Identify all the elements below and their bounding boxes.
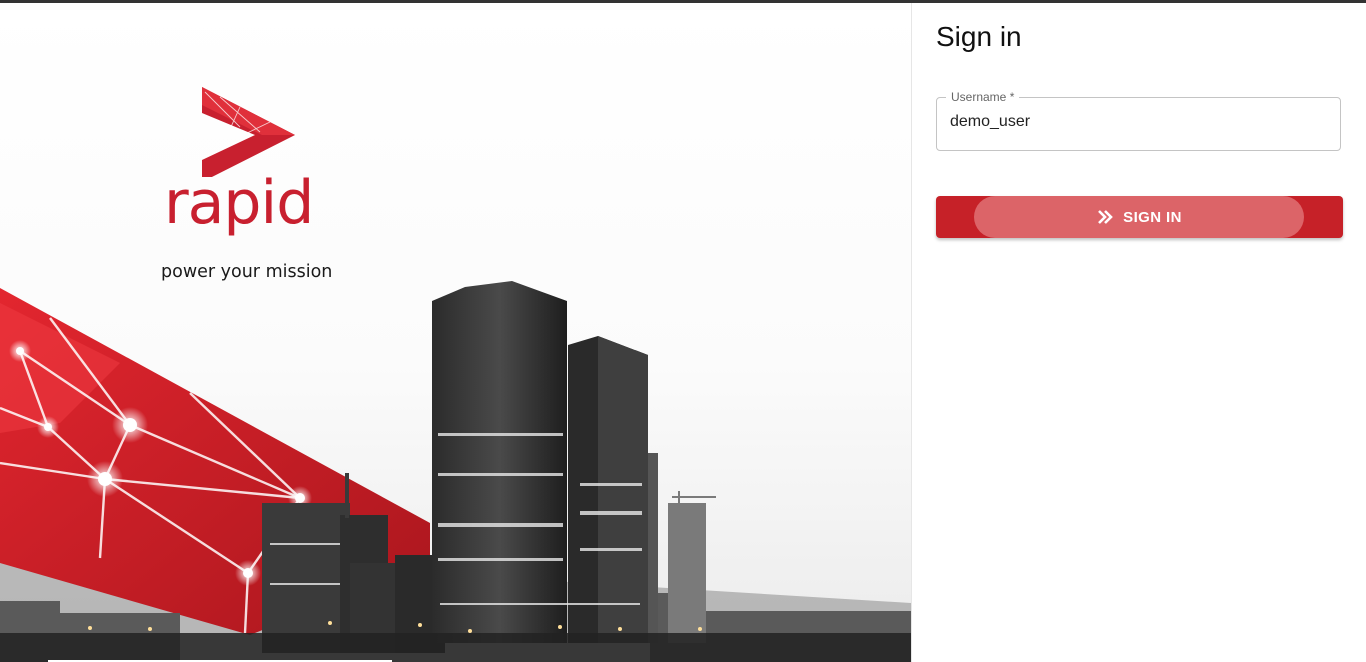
brand-name: rapid	[164, 168, 314, 238]
rapid-logo: rapid power your mission	[160, 87, 340, 287]
sign-in-button-label: SIGN IN	[1123, 208, 1182, 226]
signin-panel: Sign in Username * SIGN IN	[911, 3, 1366, 662]
username-input[interactable]	[950, 113, 1330, 131]
arrow-logo-icon	[202, 87, 295, 177]
double-chevron-right-icon	[1098, 210, 1114, 224]
username-field[interactable]: Username *	[936, 90, 1341, 151]
page-title: Sign in	[936, 21, 1022, 52]
sign-in-button-content: SIGN IN	[936, 196, 1343, 238]
brand-tagline: power your mission	[161, 262, 333, 282]
sign-in-button[interactable]: SIGN IN	[936, 196, 1343, 238]
username-label: Username *	[946, 90, 1020, 104]
hero-banner: rapid power your mission	[0, 3, 911, 662]
cityscape-illustration	[0, 281, 911, 662]
